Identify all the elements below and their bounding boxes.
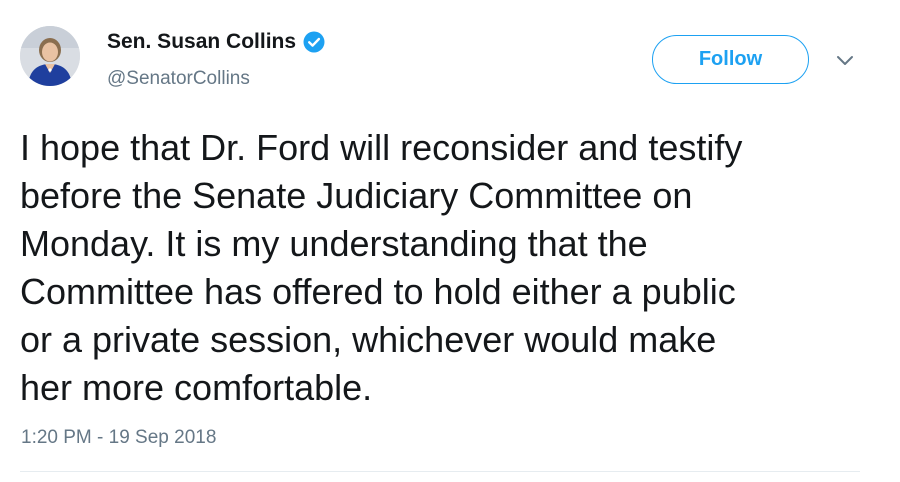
follow-button[interactable]: Follow: [652, 35, 809, 84]
tweet-text-line: Monday. It is my understanding that the: [20, 223, 648, 264]
tweet-text-line: before the Senate Judiciary Committee on: [20, 175, 693, 216]
author-handle[interactable]: @SenatorCollins: [107, 68, 250, 90]
tweet-text-line: I hope that Dr. Ford will reconsider and…: [20, 127, 743, 168]
author-display-name[interactable]: Sen. Susan Collins: [107, 30, 296, 54]
tweet-text-line: her more comfortable.: [20, 367, 373, 408]
profile-photo: [20, 26, 80, 86]
divider: [20, 471, 860, 472]
author-name-row: Sen. Susan Collins: [107, 30, 325, 54]
tweet-text: I hope that Dr. Ford will reconsider and…: [20, 124, 880, 412]
tweet-text-line: Committee has offered to hold either a p…: [20, 271, 736, 312]
verified-badge-icon: [303, 31, 325, 53]
tweet-timestamp[interactable]: 1:20 PM - 19 Sep 2018: [21, 427, 216, 449]
chevron-down-icon[interactable]: [835, 54, 855, 68]
avatar[interactable]: [20, 26, 80, 86]
tweet-text-line: or a private session, whichever would ma…: [20, 319, 717, 360]
